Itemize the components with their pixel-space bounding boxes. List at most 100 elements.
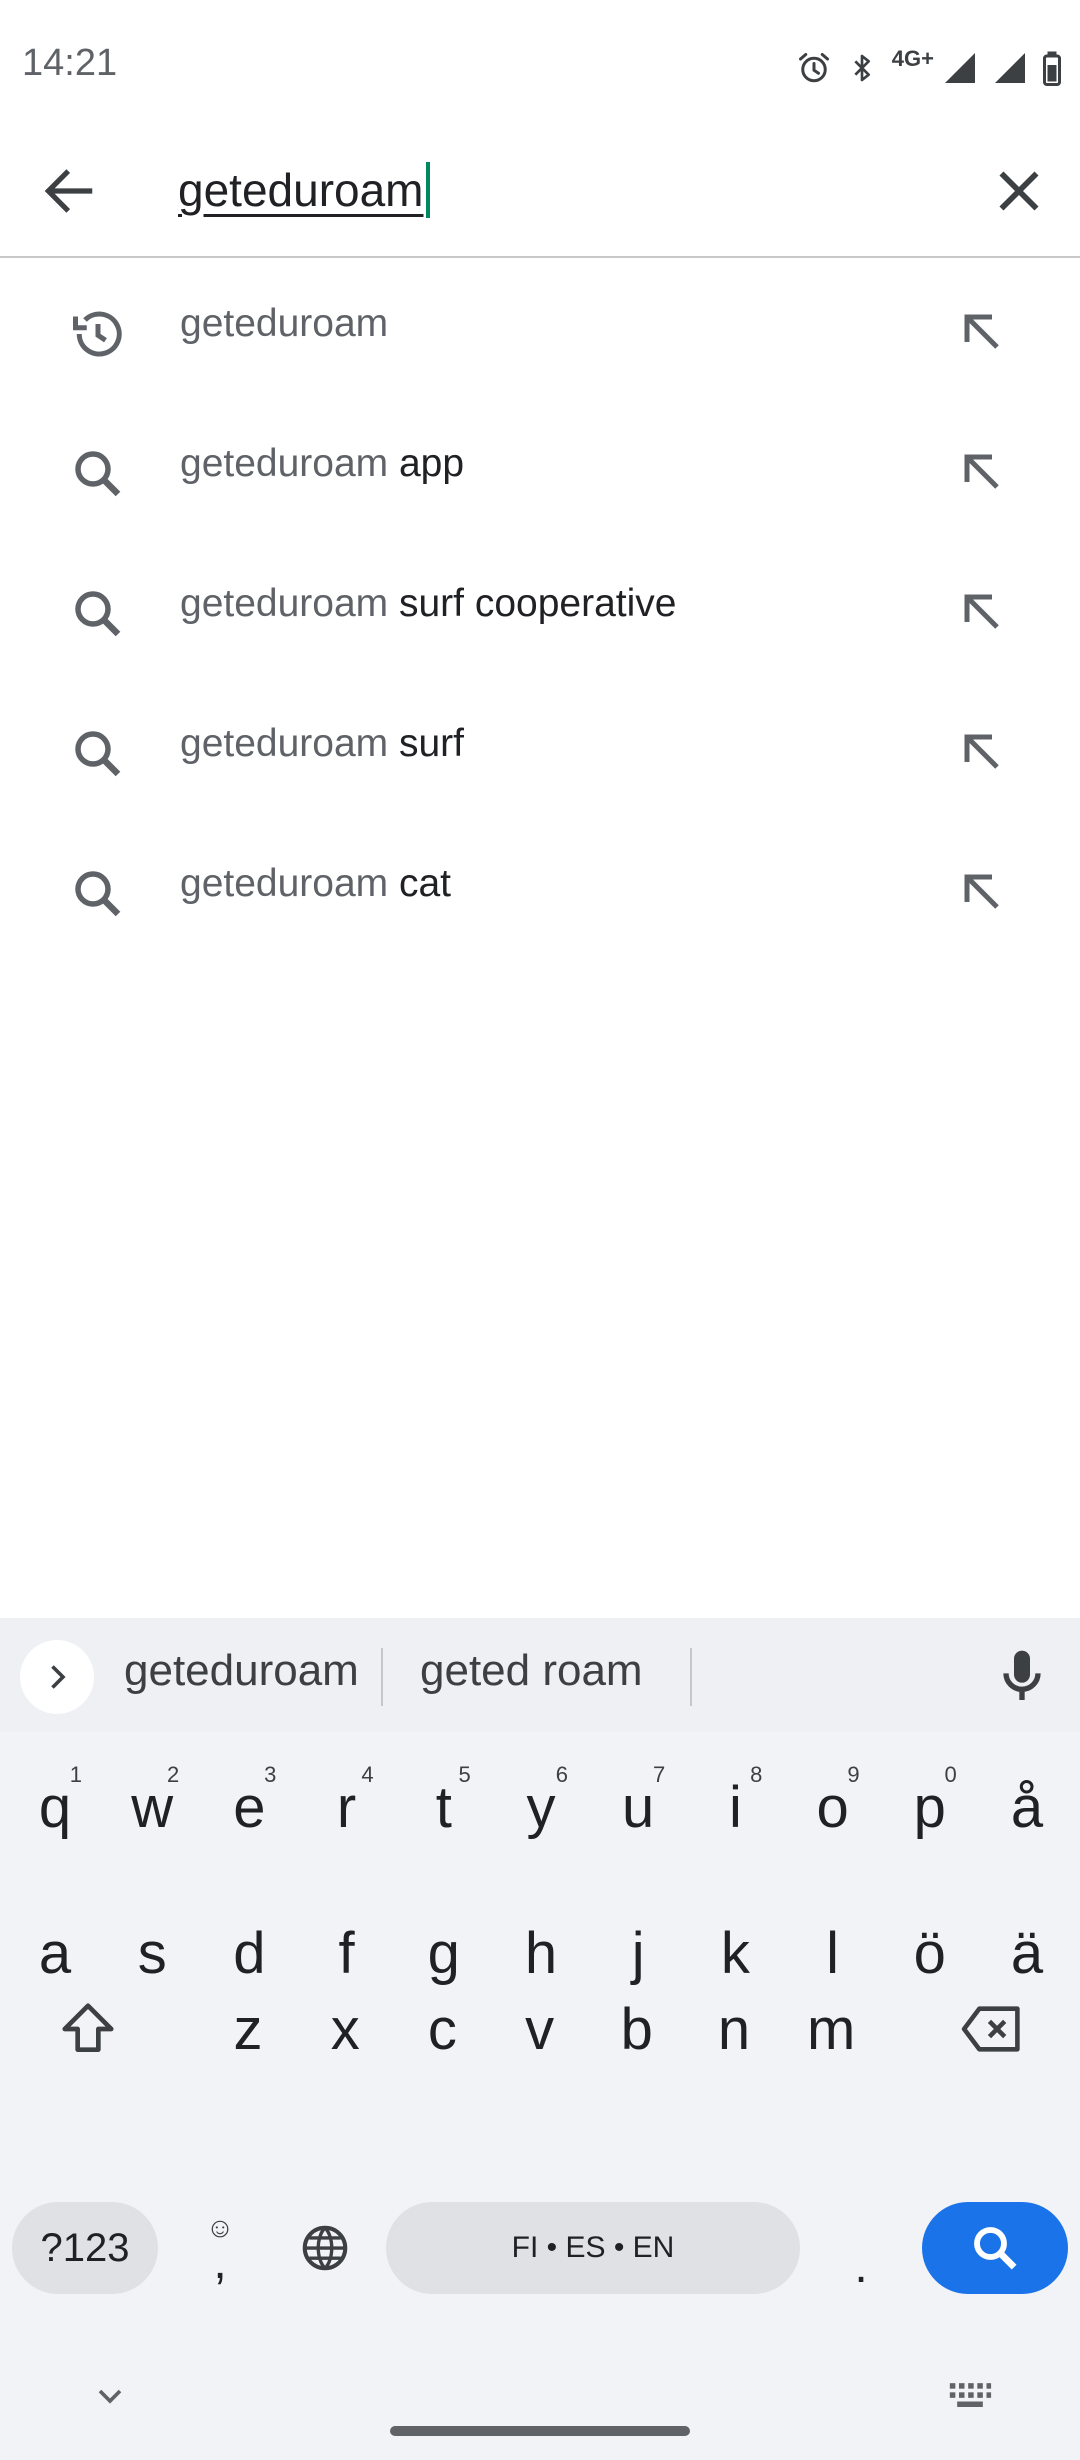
search-icon: [75, 451, 121, 497]
key-hint: 7: [652, 1762, 666, 1787]
suggestion-rest: surf: [388, 722, 464, 765]
text-caret: [425, 162, 430, 218]
keyboard-candidate[interactable]: geted roam: [420, 1646, 643, 1696]
key-label: n: [717, 1996, 751, 2062]
comma-key[interactable]: ☺ ,: [170, 2190, 270, 2306]
candidate-divider: [381, 1648, 383, 1706]
globe-icon: [302, 2225, 348, 2271]
suggestion-rest: app: [388, 442, 465, 485]
key-hint: 6: [555, 1762, 568, 1787]
key-m[interactable]: m: [782, 1964, 880, 2094]
key-n[interactable]: n: [685, 1964, 783, 2094]
search-action-key[interactable]: [922, 2202, 1068, 2294]
key-o[interactable]: o9: [784, 1742, 882, 1872]
suggestion-prefix: geteduroam: [180, 582, 389, 625]
microphone-icon: [1003, 1650, 1041, 1700]
key-s[interactable]: s: [103, 1888, 201, 2018]
search-bar: geteduroam: [0, 122, 1080, 258]
signal-icon: [995, 53, 1025, 83]
key-t[interactable]: t5: [395, 1742, 493, 1872]
suggestion-item[interactable]: geteduroam surf: [0, 678, 1080, 818]
key-a[interactable]: a: [6, 1888, 104, 2018]
key-label: å: [1010, 1774, 1044, 1840]
suggestion-item[interactable]: geteduroam app: [0, 398, 1080, 538]
space-key[interactable]: FI • ES • EN: [386, 2202, 800, 2294]
chevron-down-icon: [98, 2389, 122, 2404]
key-label: ö: [913, 1920, 946, 1986]
symbols-key[interactable]: ?123: [12, 2202, 158, 2294]
language-key[interactable]: [278, 2202, 372, 2294]
suggestion-item[interactable]: geteduroam surf cooperative: [0, 538, 1080, 678]
key-ä[interactable]: ä: [978, 1888, 1076, 2018]
search-input[interactable]: geteduroam: [178, 150, 430, 230]
keyboard-expand-button[interactable]: [20, 1640, 94, 1714]
search-icon: [75, 871, 121, 917]
fill-query-icon[interactable]: [952, 862, 1012, 922]
key-p[interactable]: p0: [881, 1742, 979, 1872]
key-z[interactable]: z: [199, 1964, 297, 2094]
suggestion-item[interactable]: geteduroam: [0, 258, 1080, 398]
suggestion-prefix: geteduroam: [180, 862, 389, 905]
search-query: geteduroam: [178, 164, 424, 216]
key-å[interactable]: å: [978, 1742, 1076, 1872]
chevron-right-icon: [51, 1665, 66, 1689]
key-y[interactable]: y6: [492, 1742, 590, 1872]
key-label: z: [233, 1996, 263, 2062]
fill-query-icon[interactable]: [952, 302, 1012, 362]
key-x[interactable]: x: [296, 1964, 394, 2094]
suggestion-prefix: geteduroam: [180, 722, 389, 765]
suggestion-item[interactable]: geteduroam cat: [0, 818, 1080, 958]
period-key[interactable]: .: [812, 2202, 910, 2294]
gesture-home-bar[interactable]: [390, 2426, 690, 2436]
key-e[interactable]: e3: [200, 1742, 298, 1872]
key-label: m: [807, 1996, 856, 2062]
key-label: ä: [1010, 1920, 1044, 1986]
key-hint: 8: [750, 1762, 763, 1787]
suggestion-prefix: geteduroam: [180, 302, 389, 345]
history-icon: [73, 311, 122, 357]
key-ö[interactable]: ö: [881, 1888, 979, 2018]
comma-label: ,: [213, 2236, 227, 2289]
key-b[interactable]: b: [588, 1964, 686, 2094]
suggestion-prefix: geteduroam: [180, 442, 389, 485]
fill-query-icon[interactable]: [952, 442, 1012, 502]
key-w[interactable]: w2: [103, 1742, 201, 1872]
key-v[interactable]: v: [491, 1964, 589, 2094]
key-hint: 3: [264, 1762, 277, 1787]
fill-query-icon[interactable]: [952, 582, 1012, 642]
status-icons: 4G+: [796, 44, 1062, 92]
keyboard-switch-button[interactable]: [940, 2366, 1000, 2426]
network-type: 4G+: [891, 46, 934, 71]
key-r[interactable]: r4: [298, 1742, 396, 1872]
back-button[interactable]: [38, 160, 100, 222]
key-label: e: [233, 1774, 266, 1840]
key-label: y: [526, 1774, 556, 1840]
signal-icon: [945, 53, 975, 83]
keyboard-candidate[interactable]: geteduroam: [124, 1646, 359, 1696]
key-label: x: [330, 1996, 360, 2062]
search-icon: [75, 731, 121, 777]
hide-keyboard-button[interactable]: [80, 2366, 140, 2426]
suggestion-rest: surf cooperative: [388, 582, 677, 625]
voice-input-button[interactable]: [990, 1644, 1054, 1708]
key-c[interactable]: c: [393, 1964, 491, 2094]
key-hint: 2: [166, 1762, 180, 1787]
clear-search-button[interactable]: [988, 160, 1050, 222]
key-hint: 5: [458, 1762, 471, 1787]
close-icon: [999, 171, 1039, 211]
search-icon: [75, 591, 121, 637]
fill-query-icon[interactable]: [952, 722, 1012, 782]
key-label: p: [913, 1774, 946, 1840]
battery-icon: [1043, 51, 1061, 86]
key-hint: 4: [361, 1762, 374, 1787]
key-u[interactable]: u7: [589, 1742, 687, 1872]
keyboard-suggestion-strip: geteduroam geted roam: [0, 1618, 1080, 1732]
key-q[interactable]: q1: [6, 1742, 104, 1872]
key-label: v: [525, 1996, 555, 2062]
keyboard: geteduroam geted roam ?123 ☺ , FI • ES •…: [0, 1618, 1080, 2460]
key-hint: 1: [69, 1762, 82, 1787]
key-i[interactable]: i8: [686, 1742, 784, 1872]
key-label: a: [38, 1920, 72, 1986]
key-label: s: [137, 1920, 167, 1986]
keyboard-icon: [949, 2383, 992, 2407]
